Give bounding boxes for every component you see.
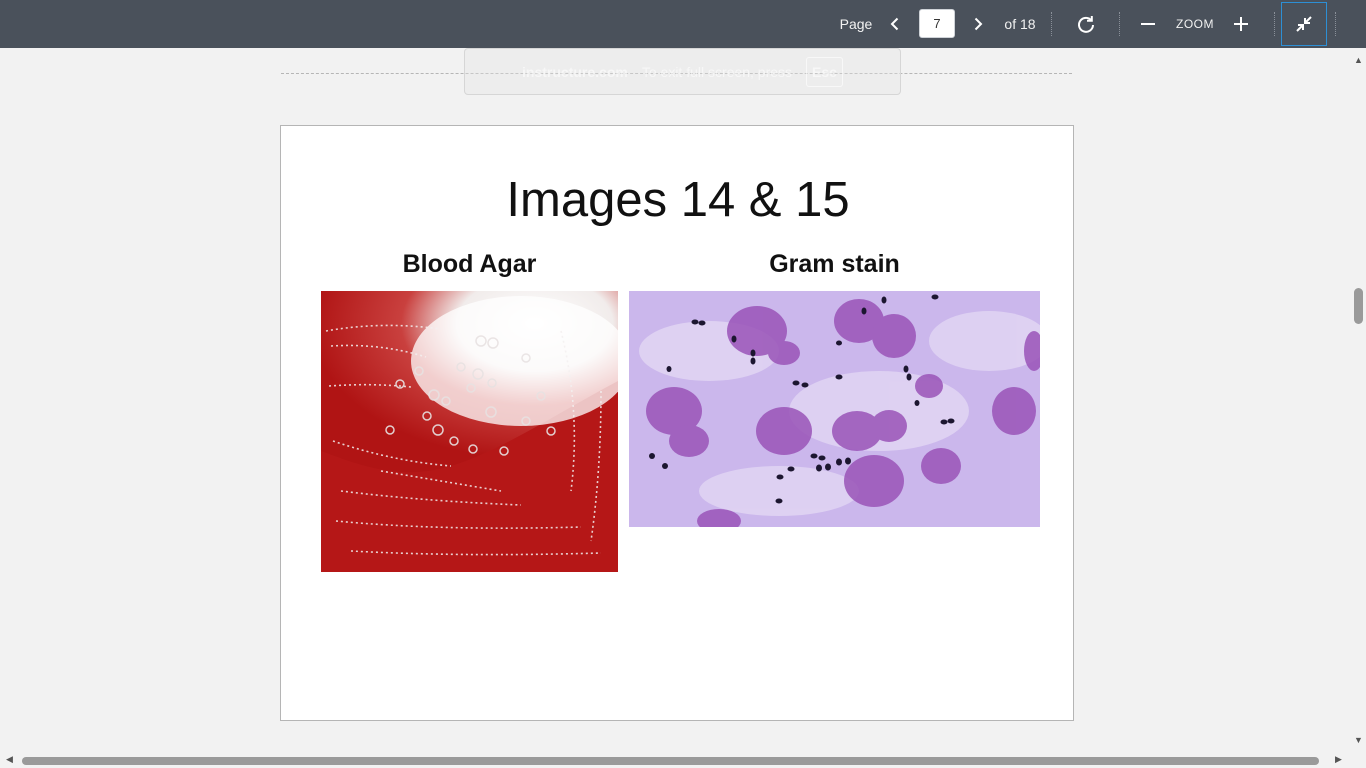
- toolbar-divider: [1051, 12, 1052, 36]
- zoom-out-button[interactable]: [1131, 0, 1165, 48]
- document-page: Images 14 & 15 Blood Agar Gram stain: [280, 125, 1074, 721]
- viewer-toolbar: Page of 18 ZOOM: [0, 0, 1366, 48]
- slide-title: Images 14 & 15: [506, 173, 850, 227]
- page-count-label: of 18: [1004, 16, 1036, 32]
- chevron-right-icon: [974, 17, 983, 31]
- scroll-up-arrow-icon[interactable]: ▲: [1354, 55, 1363, 65]
- zoom-in-button[interactable]: [1224, 0, 1258, 48]
- vertical-scrollbar[interactable]: [1349, 48, 1366, 752]
- gram-stain-caption: Gram stain: [769, 250, 900, 278]
- exit-fullscreen-button[interactable]: [1281, 2, 1327, 46]
- zoom-label: ZOOM: [1176, 17, 1214, 31]
- next-page-button[interactable]: [964, 0, 992, 48]
- rotate-icon: [1078, 16, 1094, 33]
- horizontal-scrollbar-thumb[interactable]: [22, 757, 1319, 765]
- rotate-button[interactable]: [1069, 0, 1103, 48]
- exit-fullscreen-icon: [1296, 16, 1312, 32]
- toolbar-divider: [1274, 12, 1275, 36]
- fullscreen-notice: instructure.com To exit full screen, pre…: [464, 48, 901, 95]
- chevron-left-icon: [890, 17, 899, 31]
- toolbar-divider: [1119, 12, 1120, 36]
- toolbar-divider: [1335, 12, 1336, 36]
- vertical-scrollbar-thumb[interactable]: [1354, 288, 1363, 324]
- minus-icon: [1141, 23, 1155, 25]
- previous-page-button[interactable]: [881, 0, 909, 48]
- fullscreen-notice-key: Esc: [806, 56, 843, 87]
- scroll-left-arrow-icon[interactable]: ◀: [6, 754, 13, 765]
- page-label: Page: [839, 16, 873, 32]
- fullscreen-notice-message: To exit full screen, press: [641, 63, 793, 80]
- page-number-input[interactable]: [919, 9, 955, 38]
- blood-agar-caption: Blood Agar: [402, 250, 537, 278]
- plus-icon: [1234, 17, 1248, 31]
- blood-agar-image: [321, 291, 618, 572]
- scroll-down-arrow-icon[interactable]: ▼: [1354, 735, 1363, 745]
- scroll-right-arrow-icon[interactable]: ▶: [1335, 754, 1342, 765]
- fullscreen-notice-domain: instructure.com: [522, 63, 628, 80]
- gram-stain-image: [629, 291, 1040, 527]
